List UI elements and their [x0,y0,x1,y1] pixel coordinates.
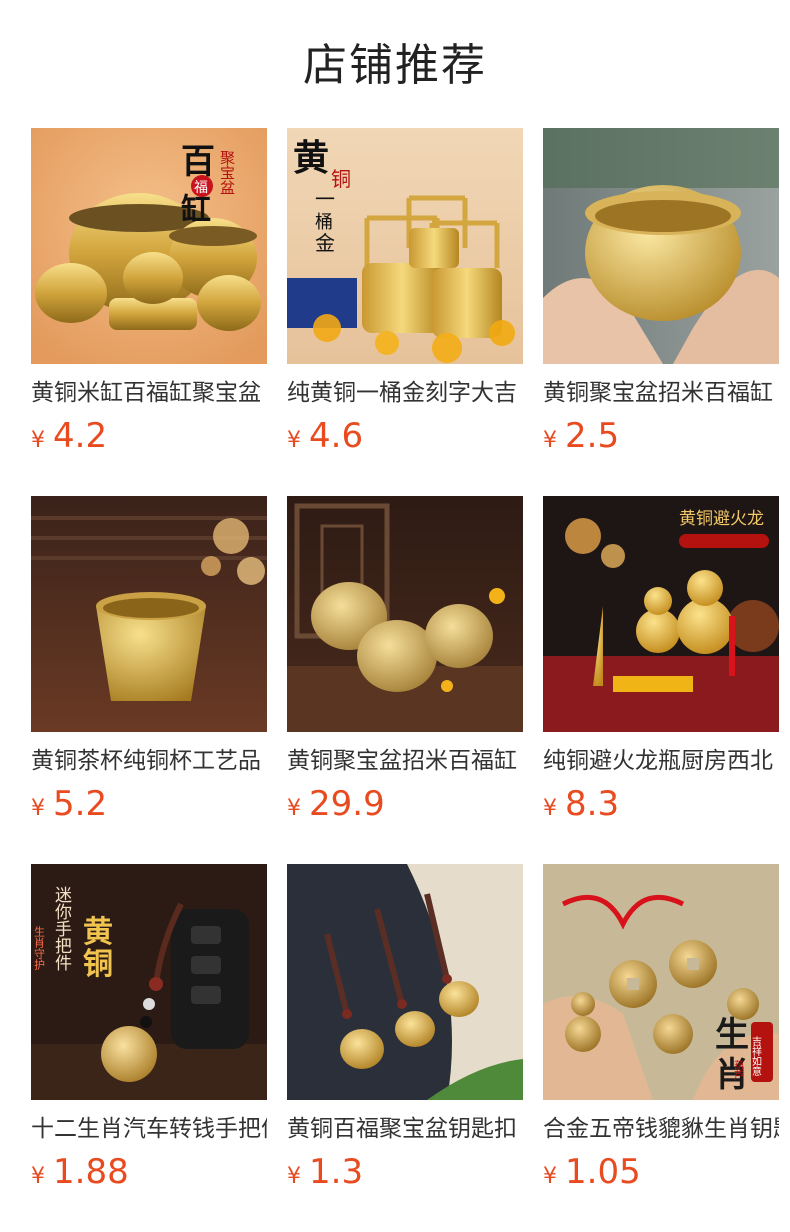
svg-text:生: 生 [715,1015,749,1055]
price-value: 1.05 [565,1152,641,1192]
currency-symbol: ¥ [287,428,301,453]
product-card[interactable]: 黄铜避火龙 纯铜避火龙瓶厨房西北 ¥8.3 [543,496,779,836]
product-price: ¥2.5 [543,414,619,458]
product-name[interactable]: 纯铜避火龙瓶厨房西北 [543,744,779,778]
product-name[interactable]: 黄铜茶杯纯铜杯工艺品 [31,744,267,778]
svg-text:葫芦: 葫芦 [732,1060,744,1081]
price-value: 5.2 [53,784,108,824]
currency-symbol: ¥ [543,1164,557,1189]
currency-symbol: ¥ [287,796,301,821]
product-photo-zodiac-keychain: 迷你手把件 黄 铜 生肖守护 [31,864,267,1100]
svg-text:生肖守护: 生肖守护 [33,925,46,971]
product-image[interactable]: 生 肖 吉祥如意 葫芦 [543,864,779,1100]
product-photo-brass-bowls: 百 聚宝盆 福 缸 [31,128,267,364]
product-card[interactable]: 黄铜茶杯纯铜杯工艺品 ¥5.2 [31,496,267,836]
product-name[interactable]: 黄铜米缸百福缸聚宝盆 [31,376,267,410]
svg-text:铜: 铜 [83,947,113,982]
svg-text:桶: 桶 [315,212,333,233]
currency-symbol: ¥ [31,1164,45,1189]
product-price: ¥4.2 [31,414,107,458]
product-price: ¥1.3 [287,1150,363,1194]
product-name[interactable]: 黄铜百福聚宝盆钥匙扣 [287,1112,523,1146]
svg-text:聚宝盆: 聚宝盆 [218,150,236,195]
product-photo-hand-holding-bowl [543,128,779,364]
product-name[interactable]: 纯黄铜一桶金刻字大吉 [287,376,523,410]
svg-text:黄: 黄 [293,137,329,179]
page-title: 店铺推荐 [303,40,487,91]
product-card[interactable]: 黄铜聚宝盆招米百福缸 ¥2.5 [543,128,779,468]
currency-symbol: ¥ [287,1164,301,1189]
product-photo-brass-gourd: 黄铜避火龙 [543,496,779,732]
svg-text:黄: 黄 [83,915,113,950]
product-card[interactable]: 生 肖 吉祥如意 葫芦 合金五帝钱貔貅生肖钥匙扣 ¥1.05 [543,864,779,1204]
price-value: 1.88 [53,1152,129,1192]
currency-symbol: ¥ [31,796,45,821]
svg-text:一: 一 [315,187,335,211]
price-value: 4.2 [53,416,108,456]
product-photo-brass-buckets: 黄 铜 一 桶 金 [287,128,523,364]
svg-text:黄铜避火龙: 黄铜避火龙 [679,509,764,529]
product-price: ¥1.05 [543,1150,641,1194]
product-price: ¥29.9 [287,782,385,826]
product-price: ¥5.2 [31,782,107,826]
product-card[interactable]: 黄铜聚宝盆招米百福缸 ¥29.9 [287,496,523,836]
product-card[interactable]: 黄 铜 一 桶 金 纯黄铜一桶金刻字大吉 ¥4.6 [287,128,523,468]
product-image[interactable] [31,496,267,732]
currency-symbol: ¥ [543,796,557,821]
product-name[interactable]: 十二生肖汽车转钱手把件 [31,1112,267,1146]
price-value: 8.3 [565,784,620,824]
product-name[interactable]: 合金五帝钱貔貅生肖钥匙扣 [543,1112,779,1146]
svg-text:金: 金 [315,231,335,255]
product-photo-bowl-keychains [287,864,523,1100]
product-price: ¥4.6 [287,414,363,458]
product-name[interactable]: 黄铜聚宝盆招米百福缸 [543,376,779,410]
price-value: 1.3 [309,1152,364,1192]
price-value: 29.9 [309,784,385,824]
product-image[interactable]: 黄 铜 一 桶 金 [287,128,523,364]
product-photo-coin-keychains: 生 肖 吉祥如意 葫芦 [543,864,779,1100]
svg-text:吉祥如意: 吉祥如意 [750,1036,762,1076]
product-photo-brass-tea-cup [31,496,267,732]
product-image[interactable]: 百 聚宝盆 福 缸 [31,128,267,364]
product-image[interactable] [287,496,523,732]
product-photo-brass-bowls-set [287,496,523,732]
svg-text:缸: 缸 [181,193,211,228]
product-price: ¥1.88 [31,1150,129,1194]
product-card[interactable]: 百 聚宝盆 福 缸 黄铜米缸百福缸聚宝盆 ¥4.2 [31,128,267,468]
product-card[interactable]: 迷你手把件 黄 铜 生肖守护 十二生肖汽车转钱手把件 ¥1.88 [31,864,267,1204]
product-name[interactable]: 黄铜聚宝盆招米百福缸 [287,744,523,778]
price-value: 4.6 [309,416,364,456]
product-image[interactable] [287,864,523,1100]
product-image[interactable]: 迷你手把件 黄 铜 生肖守护 [31,864,267,1100]
product-image[interactable]: 黄铜避火龙 [543,496,779,732]
product-image[interactable] [543,128,779,364]
product-price: ¥8.3 [543,782,619,826]
currency-symbol: ¥ [31,428,45,453]
currency-symbol: ¥ [543,428,557,453]
price-value: 2.5 [565,416,620,456]
product-card[interactable]: 黄铜百福聚宝盆钥匙扣 ¥1.3 [287,864,523,1204]
svg-text:迷你手把件: 迷你手把件 [51,886,72,971]
